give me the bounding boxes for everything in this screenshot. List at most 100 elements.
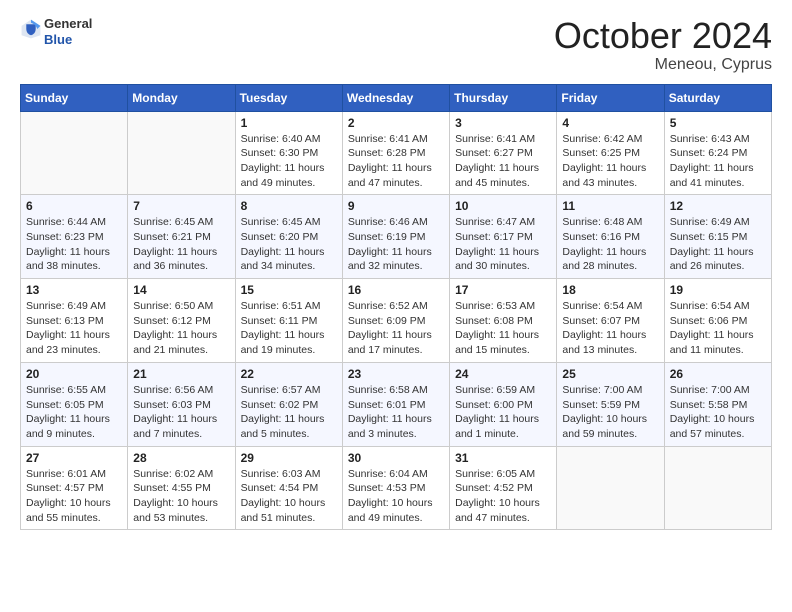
- sunrise-text: Sunrise: 6:41 AM: [455, 132, 551, 147]
- sunset-text: Sunset: 6:08 PM: [455, 314, 551, 329]
- day-number: 23: [348, 367, 444, 381]
- day-detail: Sunrise: 6:45 AM Sunset: 6:21 PM Dayligh…: [133, 215, 229, 274]
- day-detail: Sunrise: 6:03 AM Sunset: 4:54 PM Dayligh…: [241, 467, 337, 526]
- sunrise-text: Sunrise: 6:56 AM: [133, 383, 229, 398]
- daylight-text: Daylight: 11 hours and 26 minutes.: [670, 245, 766, 274]
- col-sunday: Sunday: [21, 84, 128, 111]
- sunrise-text: Sunrise: 6:43 AM: [670, 132, 766, 147]
- day-detail: Sunrise: 7:00 AM Sunset: 5:58 PM Dayligh…: [670, 383, 766, 442]
- day-number: 3: [455, 116, 551, 130]
- daylight-text: Daylight: 11 hours and 15 minutes.: [455, 328, 551, 357]
- table-row: 2 Sunrise: 6:41 AM Sunset: 6:28 PM Dayli…: [342, 111, 449, 195]
- day-number: 2: [348, 116, 444, 130]
- day-number: 31: [455, 451, 551, 465]
- day-detail: Sunrise: 6:48 AM Sunset: 6:16 PM Dayligh…: [562, 215, 658, 274]
- daylight-text: Daylight: 10 hours and 51 minutes.: [241, 496, 337, 525]
- day-number: 14: [133, 283, 229, 297]
- day-detail: Sunrise: 6:56 AM Sunset: 6:03 PM Dayligh…: [133, 383, 229, 442]
- sunset-text: Sunset: 6:12 PM: [133, 314, 229, 329]
- sunset-text: Sunset: 4:53 PM: [348, 481, 444, 496]
- day-detail: Sunrise: 6:55 AM Sunset: 6:05 PM Dayligh…: [26, 383, 122, 442]
- day-number: 7: [133, 199, 229, 213]
- daylight-text: Daylight: 11 hours and 38 minutes.: [26, 245, 122, 274]
- sunrise-text: Sunrise: 6:44 AM: [26, 215, 122, 230]
- table-row: 27 Sunrise: 6:01 AM Sunset: 4:57 PM Dayl…: [21, 446, 128, 530]
- col-friday: Friday: [557, 84, 664, 111]
- table-row: [21, 111, 128, 195]
- day-detail: Sunrise: 6:59 AM Sunset: 6:00 PM Dayligh…: [455, 383, 551, 442]
- sunset-text: Sunset: 6:30 PM: [241, 146, 337, 161]
- logo-text: General Blue: [44, 16, 92, 47]
- daylight-text: Daylight: 10 hours and 53 minutes.: [133, 496, 229, 525]
- calendar-header-row: Sunday Monday Tuesday Wednesday Thursday…: [21, 84, 772, 111]
- sunrise-text: Sunrise: 6:55 AM: [26, 383, 122, 398]
- calendar-week-row: 13 Sunrise: 6:49 AM Sunset: 6:13 PM Dayl…: [21, 279, 772, 363]
- day-detail: Sunrise: 6:41 AM Sunset: 6:28 PM Dayligh…: [348, 132, 444, 191]
- day-detail: Sunrise: 6:02 AM Sunset: 4:55 PM Dayligh…: [133, 467, 229, 526]
- sunset-text: Sunset: 4:55 PM: [133, 481, 229, 496]
- daylight-text: Daylight: 11 hours and 5 minutes.: [241, 412, 337, 441]
- day-number: 10: [455, 199, 551, 213]
- sunrise-text: Sunrise: 6:48 AM: [562, 215, 658, 230]
- table-row: 28 Sunrise: 6:02 AM Sunset: 4:55 PM Dayl…: [128, 446, 235, 530]
- calendar-subtitle: Meneou, Cyprus: [554, 56, 772, 74]
- daylight-text: Daylight: 11 hours and 7 minutes.: [133, 412, 229, 441]
- day-number: 16: [348, 283, 444, 297]
- day-detail: Sunrise: 6:46 AM Sunset: 6:19 PM Dayligh…: [348, 215, 444, 274]
- day-number: 6: [26, 199, 122, 213]
- day-detail: Sunrise: 6:49 AM Sunset: 6:15 PM Dayligh…: [670, 215, 766, 274]
- table-row: 30 Sunrise: 6:04 AM Sunset: 4:53 PM Dayl…: [342, 446, 449, 530]
- day-detail: Sunrise: 6:53 AM Sunset: 6:08 PM Dayligh…: [455, 299, 551, 358]
- daylight-text: Daylight: 11 hours and 21 minutes.: [133, 328, 229, 357]
- daylight-text: Daylight: 11 hours and 30 minutes.: [455, 245, 551, 274]
- day-detail: Sunrise: 6:49 AM Sunset: 6:13 PM Dayligh…: [26, 299, 122, 358]
- day-detail: Sunrise: 6:51 AM Sunset: 6:11 PM Dayligh…: [241, 299, 337, 358]
- day-detail: Sunrise: 6:57 AM Sunset: 6:02 PM Dayligh…: [241, 383, 337, 442]
- day-detail: Sunrise: 6:54 AM Sunset: 6:07 PM Dayligh…: [562, 299, 658, 358]
- sunrise-text: Sunrise: 6:04 AM: [348, 467, 444, 482]
- table-row: 5 Sunrise: 6:43 AM Sunset: 6:24 PM Dayli…: [664, 111, 771, 195]
- daylight-text: Daylight: 11 hours and 32 minutes.: [348, 245, 444, 274]
- calendar-week-row: 1 Sunrise: 6:40 AM Sunset: 6:30 PM Dayli…: [21, 111, 772, 195]
- daylight-text: Daylight: 10 hours and 57 minutes.: [670, 412, 766, 441]
- daylight-text: Daylight: 11 hours and 43 minutes.: [562, 161, 658, 190]
- table-row: 24 Sunrise: 6:59 AM Sunset: 6:00 PM Dayl…: [450, 362, 557, 446]
- table-row: [557, 446, 664, 530]
- sunrise-text: Sunrise: 6:45 AM: [133, 215, 229, 230]
- day-number: 18: [562, 283, 658, 297]
- day-number: 22: [241, 367, 337, 381]
- calendar-week-row: 27 Sunrise: 6:01 AM Sunset: 4:57 PM Dayl…: [21, 446, 772, 530]
- daylight-text: Daylight: 11 hours and 36 minutes.: [133, 245, 229, 274]
- table-row: 31 Sunrise: 6:05 AM Sunset: 4:52 PM Dayl…: [450, 446, 557, 530]
- day-detail: Sunrise: 6:41 AM Sunset: 6:27 PM Dayligh…: [455, 132, 551, 191]
- daylight-text: Daylight: 11 hours and 13 minutes.: [562, 328, 658, 357]
- daylight-text: Daylight: 11 hours and 17 minutes.: [348, 328, 444, 357]
- day-number: 1: [241, 116, 337, 130]
- sunrise-text: Sunrise: 6:01 AM: [26, 467, 122, 482]
- table-row: 12 Sunrise: 6:49 AM Sunset: 6:15 PM Dayl…: [664, 195, 771, 279]
- sunset-text: Sunset: 6:02 PM: [241, 398, 337, 413]
- logo-icon: [20, 18, 42, 40]
- sunset-text: Sunset: 6:20 PM: [241, 230, 337, 245]
- daylight-text: Daylight: 11 hours and 41 minutes.: [670, 161, 766, 190]
- col-saturday: Saturday: [664, 84, 771, 111]
- sunrise-text: Sunrise: 6:51 AM: [241, 299, 337, 314]
- table-row: 29 Sunrise: 6:03 AM Sunset: 4:54 PM Dayl…: [235, 446, 342, 530]
- sunrise-text: Sunrise: 6:45 AM: [241, 215, 337, 230]
- col-monday: Monday: [128, 84, 235, 111]
- day-number: 17: [455, 283, 551, 297]
- day-detail: Sunrise: 6:42 AM Sunset: 6:25 PM Dayligh…: [562, 132, 658, 191]
- logo-general: General: [44, 16, 92, 32]
- daylight-text: Daylight: 11 hours and 45 minutes.: [455, 161, 551, 190]
- day-number: 12: [670, 199, 766, 213]
- table-row: 17 Sunrise: 6:53 AM Sunset: 6:08 PM Dayl…: [450, 279, 557, 363]
- daylight-text: Daylight: 11 hours and 3 minutes.: [348, 412, 444, 441]
- table-row: 4 Sunrise: 6:42 AM Sunset: 6:25 PM Dayli…: [557, 111, 664, 195]
- sunset-text: Sunset: 4:52 PM: [455, 481, 551, 496]
- table-row: 21 Sunrise: 6:56 AM Sunset: 6:03 PM Dayl…: [128, 362, 235, 446]
- sunset-text: Sunset: 6:16 PM: [562, 230, 658, 245]
- day-detail: Sunrise: 6:04 AM Sunset: 4:53 PM Dayligh…: [348, 467, 444, 526]
- daylight-text: Daylight: 10 hours and 47 minutes.: [455, 496, 551, 525]
- table-row: 1 Sunrise: 6:40 AM Sunset: 6:30 PM Dayli…: [235, 111, 342, 195]
- day-detail: Sunrise: 6:05 AM Sunset: 4:52 PM Dayligh…: [455, 467, 551, 526]
